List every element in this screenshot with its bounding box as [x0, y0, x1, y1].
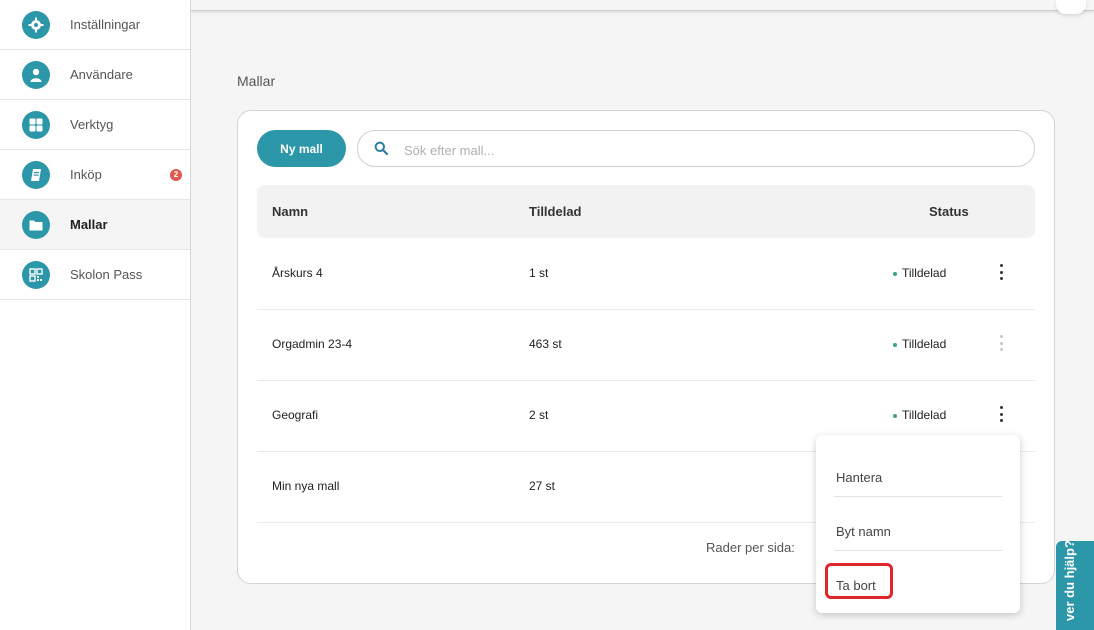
sidebar-item-mallar[interactable]: Mallar [0, 200, 190, 250]
table-header: Namn Tilldelad Status [257, 185, 1035, 238]
help-tab[interactable]: ver du hjälp? [1056, 541, 1094, 630]
status-badge: Tilldelad [893, 408, 946, 422]
sidebar-item-skolon-pass[interactable]: Skolon Pass [0, 250, 190, 300]
status-dot [893, 271, 897, 276]
sidebar-item-verktyg[interactable]: Verktyg [0, 100, 190, 150]
status-dot [893, 413, 897, 418]
column-header-assigned[interactable]: Tilldelad [529, 204, 582, 219]
status-text: Tilldelad [902, 337, 947, 351]
row-assigned: 2 st [529, 408, 549, 422]
user-icon [22, 60, 50, 89]
sidebar-item-label: Användare [70, 67, 133, 82]
more-options-icon[interactable] [993, 333, 1009, 353]
gear-icon [22, 10, 50, 39]
status-badge: Tilldelad [893, 266, 946, 280]
grid-icon [22, 110, 50, 139]
column-header-status[interactable]: Status [929, 204, 969, 219]
menu-item-hantera[interactable]: Hantera [834, 443, 1002, 497]
row-assigned: 1 st [529, 266, 549, 280]
row-name: Årskurs 4 [272, 266, 323, 280]
highlight-annotation [825, 563, 893, 599]
qr-code-icon [22, 260, 50, 289]
sidebar: Inställningar Användare Verktyg Inköp 2 … [0, 0, 191, 630]
sidebar-item-label: Mallar [70, 217, 108, 232]
help-tab-label: ver du hjälp? [1062, 541, 1077, 621]
notification-badge: 2 [170, 168, 182, 181]
row-name: Geografi [272, 408, 319, 422]
rows-per-page-label: Rader per sida: [706, 540, 795, 555]
row-name: Min nya mall [272, 479, 340, 493]
sidebar-item-label: Inköp [70, 167, 102, 182]
folder-icon [22, 210, 50, 239]
search-input[interactable] [402, 139, 1006, 161]
sidebar-item-label: Verktyg [70, 117, 114, 132]
sidebar-item-installningar[interactable]: Inställningar [0, 0, 190, 50]
top-bar-corner [1056, 0, 1086, 14]
table-row[interactable]: Orgadmin 23-4 463 st Tilldelad [257, 309, 1035, 381]
search-icon [374, 141, 389, 160]
page-title: Mallar [237, 73, 276, 89]
row-name: Orgadmin 23-4 [272, 337, 353, 351]
book-icon [22, 160, 50, 189]
table-row[interactable]: Årskurs 4 1 st Tilldelad [257, 238, 1035, 310]
new-template-button[interactable]: Ny mall [257, 130, 346, 167]
row-assigned: 463 st [529, 337, 562, 351]
top-bar [191, 0, 1094, 14]
column-header-name[interactable]: Namn [272, 204, 308, 219]
status-text: Tilldelad [902, 408, 947, 422]
more-options-icon[interactable] [993, 404, 1009, 424]
search-box[interactable] [357, 130, 1035, 167]
more-options-icon[interactable] [993, 262, 1009, 282]
menu-item-byt-namn[interactable]: Byt namn [834, 497, 1002, 551]
sidebar-item-anvandare[interactable]: Användare [0, 50, 190, 100]
menu-item-label: Byt namn [836, 524, 891, 539]
sidebar-item-label: Skolon Pass [70, 267, 143, 282]
status-dot [893, 342, 897, 347]
menu-item-label: Hantera [836, 470, 883, 485]
row-assigned: 27 st [529, 479, 556, 493]
status-text: Tilldelad [902, 266, 947, 280]
status-badge: Tilldelad [893, 337, 946, 351]
sidebar-item-inkop[interactable]: Inköp 2 [0, 150, 190, 200]
sidebar-item-label: Inställningar [70, 17, 141, 32]
